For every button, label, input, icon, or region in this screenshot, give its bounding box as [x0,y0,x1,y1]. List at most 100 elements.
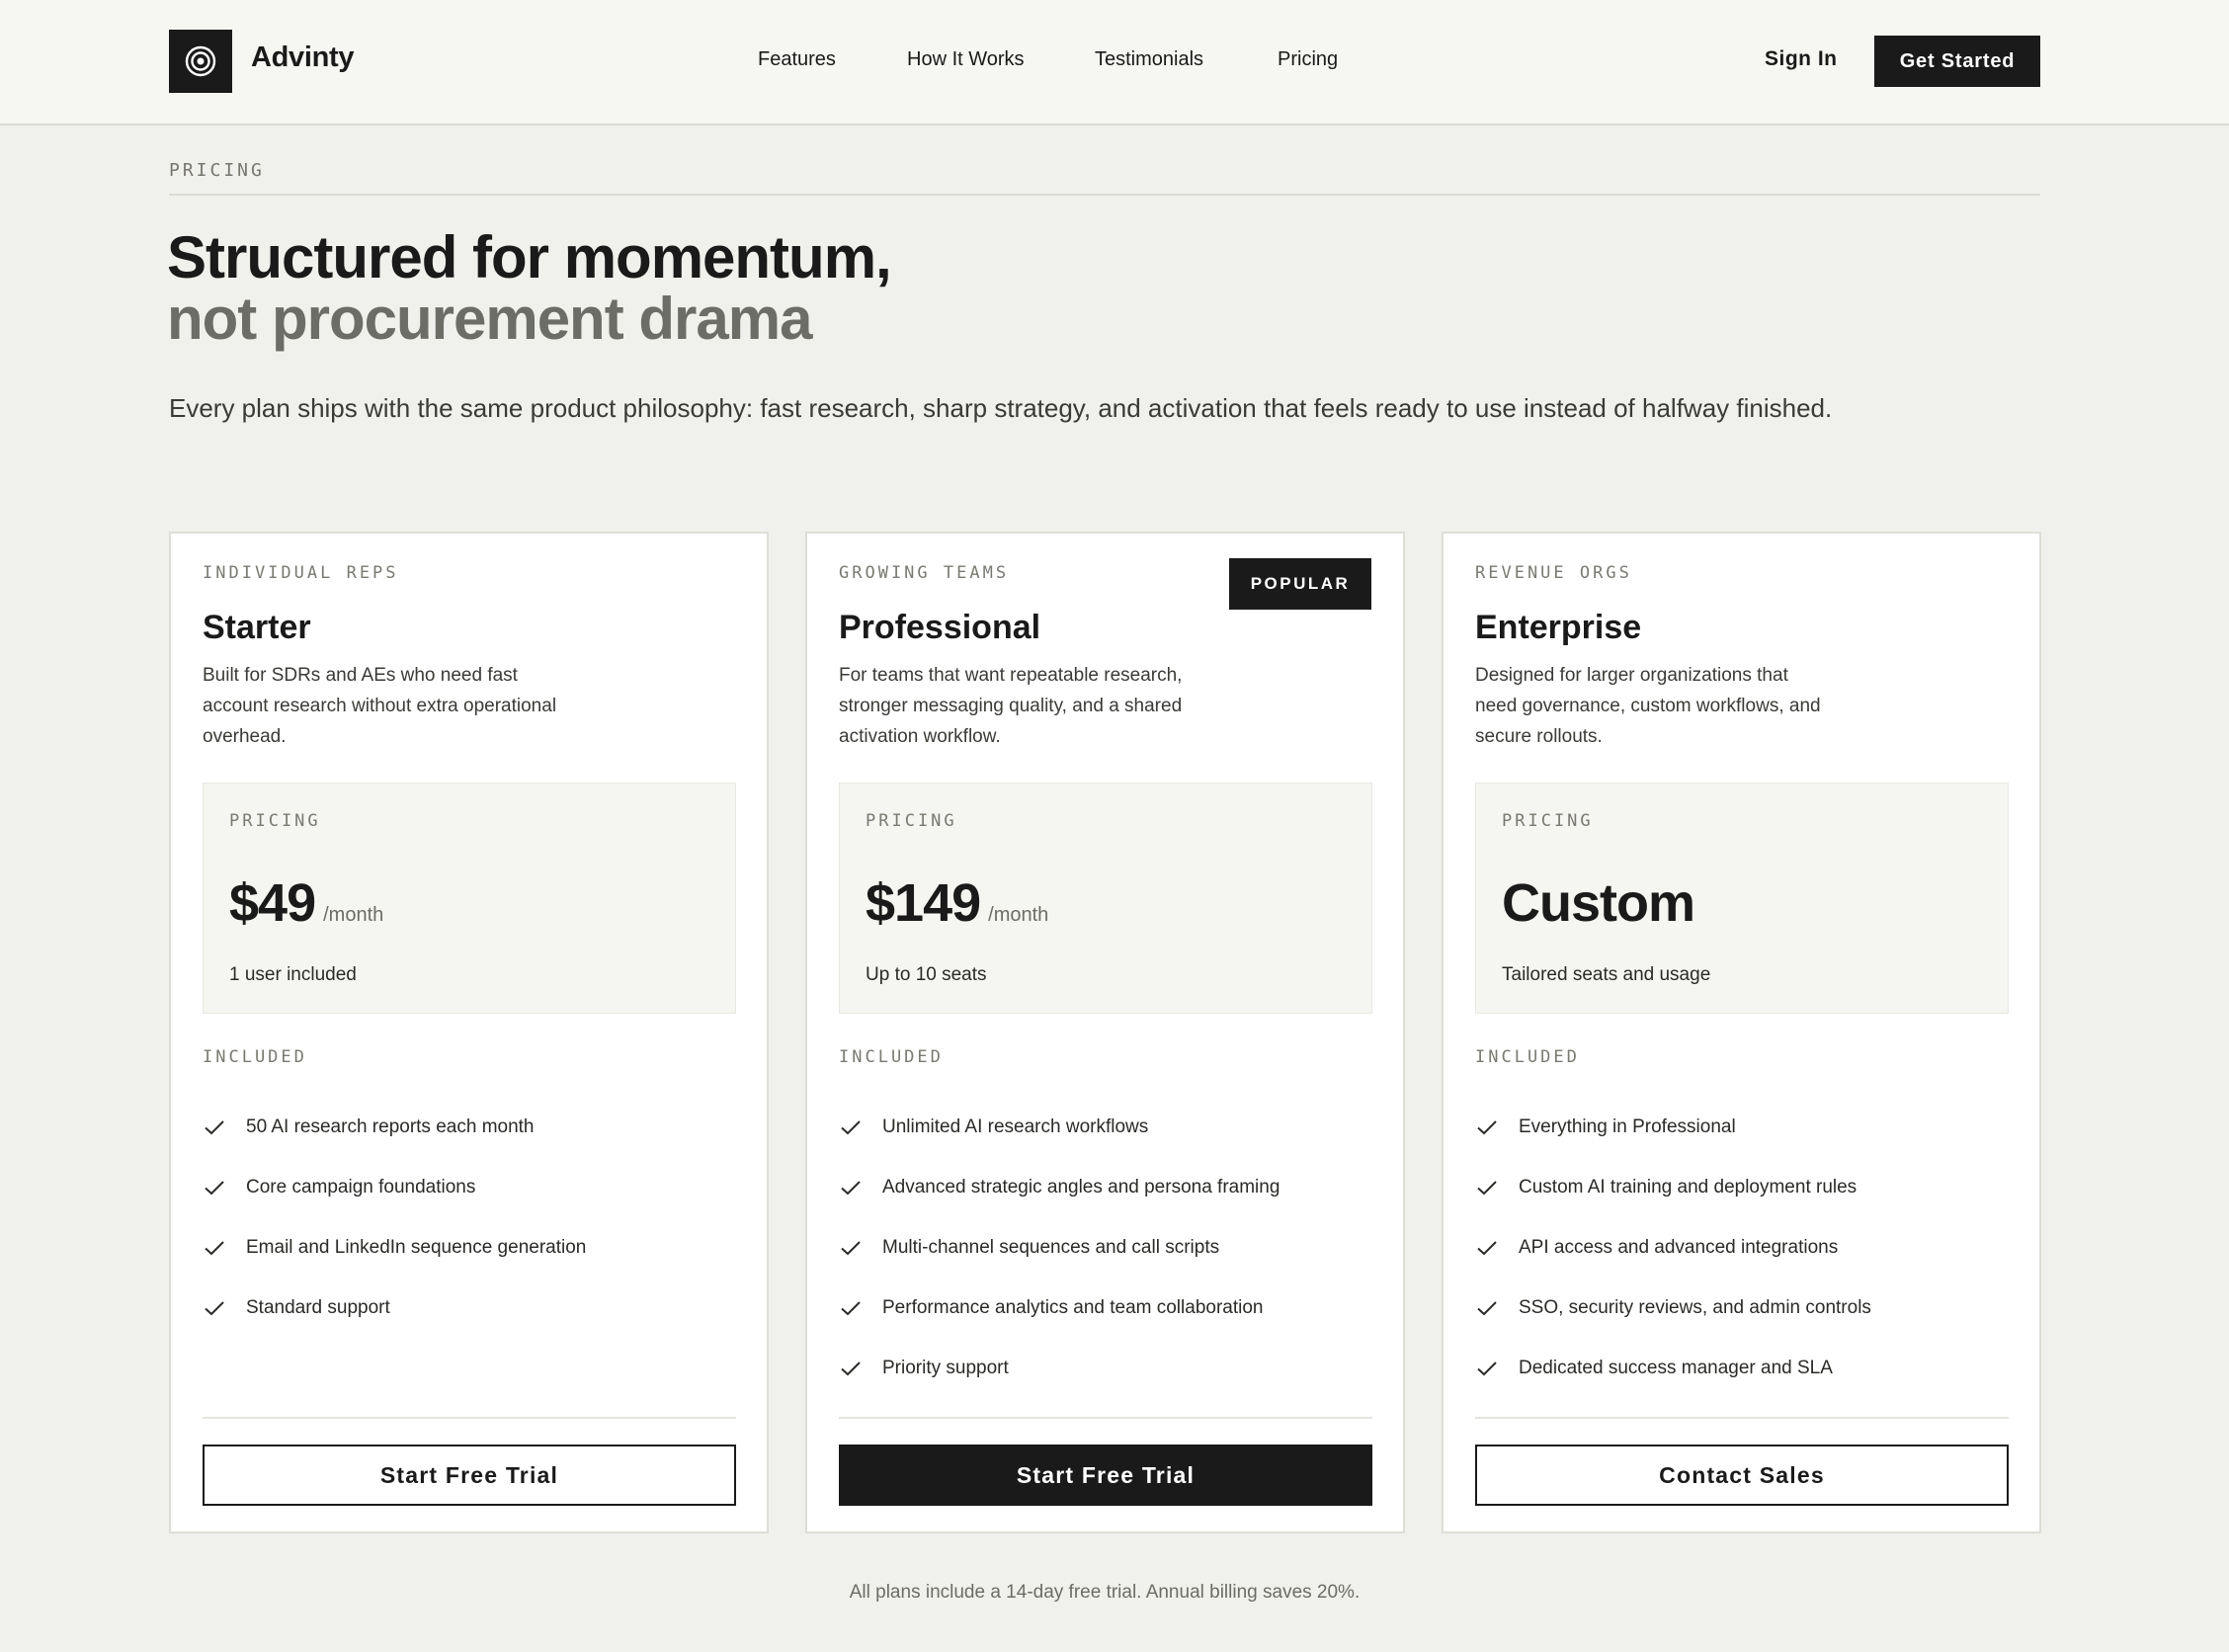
check-icon [1477,1180,1497,1195]
feature-item: Standard support [203,1278,736,1338]
card-divider [839,1417,1372,1419]
feature-item: SSO, security reviews, and admin control… [1475,1278,2009,1338]
price-note: Up to 10 seats [866,964,987,985]
feature-item: Unlimited AI research workflows [839,1097,1372,1157]
plan-name: Professional [839,609,1041,646]
start-free-trial-button[interactable]: Start Free Trial [839,1445,1372,1506]
feature-item: Multi-channel sequences and call scripts [839,1217,1372,1278]
plan-name: Starter [203,609,311,646]
price-panel: PRICING Custom Tailored seats and usage [1475,783,2009,1014]
feature-item: Custom AI training and deployment rules [1475,1157,2009,1217]
feature-text: Standard support [246,1296,390,1318]
pricing-label: PRICING [866,811,957,831]
check-icon [841,1240,861,1255]
included-label: INCLUDED [203,1047,307,1067]
plan-card-professional: GROWING TEAMS POPULAR Professional For t… [805,532,1405,1533]
plan-description: Designed for larger organizations that n… [1475,665,1821,747]
check-icon [1477,1300,1497,1315]
target-logo-icon [185,45,216,77]
feature-text: Priority support [882,1357,1009,1378]
feature-text: 50 AI research reports each month [246,1115,535,1137]
feature-text: Custom AI training and deployment rules [1519,1176,1858,1198]
nav-link-how-it-works[interactable]: How It Works [907,48,1025,71]
plan-tier: INDIVIDUAL REPS [203,563,399,583]
feature-item: Everything in Professional [1475,1097,2009,1157]
feature-text: Unlimited AI research workflows [882,1115,1149,1137]
plan-card-starter: INDIVIDUAL REPS Starter Built for SDRs a… [169,532,769,1533]
feature-text: Multi-channel sequences and call scripts [882,1236,1220,1258]
nav-link-pricing[interactable]: Pricing [1278,48,1338,71]
feature-text: Dedicated success manager and SLA [1519,1357,1833,1378]
feature-text: Performance analytics and team collabora… [882,1296,1264,1318]
feature-text: SSO, security reviews, and admin control… [1519,1296,1871,1318]
feature-item: Priority support [839,1338,1372,1398]
pricing-footnote: All plans include a 14-day free trial. A… [849,1582,1361,1603]
sign-in-link[interactable]: Sign In [1765,47,1838,71]
price-row: Custom [1502,872,1695,934]
check-icon [1477,1240,1497,1255]
start-free-trial-button[interactable]: Start Free Trial [203,1445,736,1506]
brand-name[interactable]: Advinty [251,41,355,74]
plan-card-enterprise: REVENUE ORGS Enterprise Designed for lar… [1442,532,2041,1533]
price-period: /month [323,904,384,926]
check-icon [841,1361,861,1375]
feature-list: Unlimited AI research workflows Advanced… [839,1097,1372,1398]
check-icon [205,1180,224,1195]
price-period: /month [988,904,1049,926]
section-divider [169,194,2040,196]
feature-list: Everything in Professional Custom AI tra… [1475,1097,2009,1398]
feature-text: API access and advanced integrations [1519,1236,1839,1258]
plan-description: Built for SDRs and AEs who need fast acc… [203,665,557,747]
price-panel: PRICING $149 /month Up to 10 seats [839,783,1372,1014]
included-label: INCLUDED [1475,1047,1580,1067]
section-eyebrow: PRICING [169,160,265,181]
feature-item: API access and advanced integrations [1475,1217,2009,1278]
check-icon [841,1300,861,1315]
page-title-line-1: Structured for momentum, [167,224,892,290]
price-note: Tailored seats and usage [1502,964,1711,985]
nav-link-features[interactable]: Features [758,48,836,71]
price-row: $149 /month [866,872,1048,934]
contact-sales-button[interactable]: Contact Sales [1475,1445,2009,1506]
page-lede: Every plan ships with the same product p… [169,393,1833,423]
feature-text: Advanced strategic angles and persona fr… [882,1176,1280,1198]
pricing-label: PRICING [1502,811,1594,831]
top-nav: Advinty Features How It Works Testimonia… [0,0,2229,125]
price-note: 1 user included [229,964,357,985]
card-divider [1475,1417,2009,1419]
check-icon [1477,1361,1497,1375]
price-amount: $149 [866,873,981,933]
feature-item: 50 AI research reports each month [203,1097,736,1157]
feature-text: Email and LinkedIn sequence generation [246,1236,587,1258]
card-divider [203,1417,736,1419]
feature-list: 50 AI research reports each month Core c… [203,1097,736,1338]
plan-tier: GROWING TEAMS [839,563,1010,583]
logo-mark[interactable] [169,30,232,93]
check-icon [841,1119,861,1134]
feature-text: Everything in Professional [1519,1115,1736,1137]
check-icon [205,1240,224,1255]
feature-item: Advanced strategic angles and persona fr… [839,1157,1372,1217]
price-amount: $49 [229,873,316,933]
check-icon [205,1119,224,1134]
feature-item: Dedicated success manager and SLA [1475,1338,2009,1398]
feature-item: Email and LinkedIn sequence generation [203,1217,736,1278]
plan-name: Enterprise [1475,609,1642,646]
feature-item: Performance analytics and team collabora… [839,1278,1372,1338]
page-title-line-2: not procurement drama [167,286,812,352]
feature-item: Core campaign foundations [203,1157,736,1217]
popular-badge: POPULAR [1229,558,1371,610]
check-icon [841,1180,861,1195]
get-started-button[interactable]: Get Started [1874,36,2040,87]
included-label: INCLUDED [839,1047,944,1067]
price-panel: PRICING $49 /month 1 user included [203,783,736,1014]
pricing-label: PRICING [229,811,321,831]
feature-text: Core campaign foundations [246,1176,476,1198]
plan-description: For teams that want repeatable research,… [839,665,1183,747]
plan-tier: REVENUE ORGS [1475,563,1632,583]
check-icon [205,1300,224,1315]
nav-link-testimonials[interactable]: Testimonials [1095,48,1203,71]
check-icon [1477,1119,1497,1134]
price-row: $49 /month [229,872,383,934]
price-amount: Custom [1502,873,1695,933]
